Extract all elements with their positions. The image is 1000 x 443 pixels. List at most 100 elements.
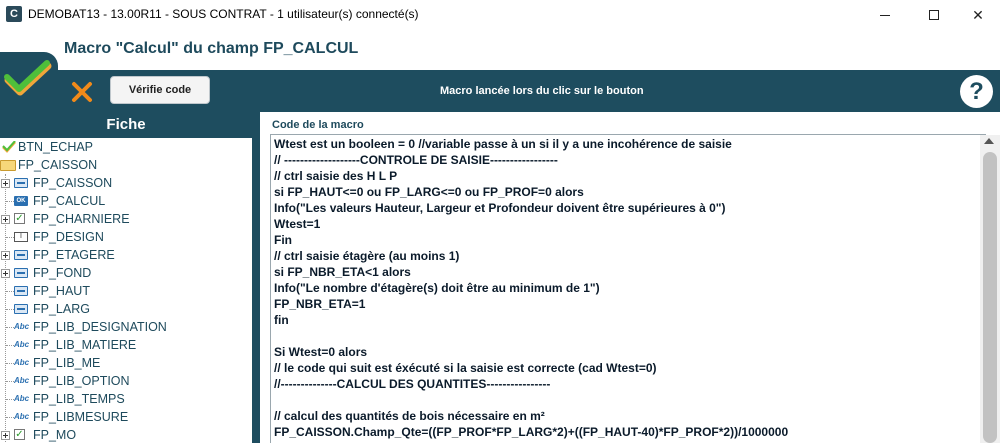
tree-item-fp-lib-me[interactable]: Abc FP_LIB_ME [0,354,250,372]
fiche-tree[interactable]: BTN_ECHAP FP_CAISSON FP_CAISSON OK FP_CA… [0,138,252,443]
tree-item-fp-fond[interactable]: FP_FOND [0,264,250,282]
close-icon: ✕ [972,6,984,23]
tree-item-label: FP_LIB_DESIGNATION [33,320,167,334]
expand-icon[interactable] [1,431,10,440]
tree-item-fp-design[interactable]: I FP_DESIGN [0,228,250,246]
code-line: Fin [274,233,292,247]
tree-item-btn-echap[interactable]: BTN_ECHAP [0,138,250,156]
tree-item-label: BTN_ECHAP [18,140,94,154]
expand-icon[interactable] [1,179,10,188]
text-abc-icon: Abc [14,322,30,331]
code-line: // ctrl saisie étagère (au moins 1) [274,249,460,263]
code-editor[interactable]: Wtest est un booleen = 0 //variable pass… [270,134,986,443]
code-line: Info("Le nombre d'étagère(s) doit être a… [274,281,600,295]
tree-item-fp-haut[interactable]: FP_HAUT [0,282,250,300]
text-abc-icon: Abc [14,358,30,367]
text-abc-icon: Abc [14,340,30,349]
fiche-panel-title: Fiche [0,112,252,138]
tree-item-fp-caisson-folder[interactable]: FP_CAISSON [0,156,250,174]
field-icon [14,178,28,188]
code-line: // ctrl saisie des H L P [274,169,398,183]
help-icon: ? [969,78,984,105]
tree-item-fp-caisson[interactable]: FP_CAISSON [0,174,250,192]
tree-connector [6,291,14,292]
code-line: // le code qui suit est éxécuté si la sa… [274,361,657,375]
tree-item-fp-lib-option[interactable]: Abc FP_LIB_OPTION [0,372,250,390]
tree-item-fp-lib-designation[interactable]: Abc FP_LIB_DESIGNATION [0,318,250,336]
code-line: Wtest est un booleen = 0 //variable pass… [274,137,732,151]
tree-item-label: FP_DESIGN [33,230,104,244]
toolbar-caption: Macro lancée lors du clic sur le bouton [440,85,644,97]
validate-check-icon[interactable] [4,60,52,102]
minimize-button[interactable] [862,0,908,30]
tree-item-label: FP_ETAGERE [33,248,115,262]
page-title: Macro "Calcul" du champ FP_CALCUL [64,40,359,57]
code-line: // -------------------CONTROLE DE SAISIE… [274,153,558,167]
tree-connector [6,345,14,346]
field-icon [14,304,28,314]
help-button[interactable]: ? [960,75,993,108]
tree-item-fp-libmesure[interactable]: Abc FP_LIBMESURE [0,408,250,426]
tree-item-label: FP_LIB_OPTION [33,374,130,388]
tree-item-label: FP_CAISSON [18,158,98,172]
tree-item-label: FP_LIBMESURE [33,410,129,424]
code-label: Code de la macro [272,119,364,131]
tree-connector [6,201,14,202]
expand-icon[interactable] [1,215,10,224]
dialog-header: Macro "Calcul" du champ FP_CALCUL [0,30,1000,70]
tree-item-label: FP_CAISSON [33,176,113,190]
expand-icon[interactable] [1,269,10,278]
field-icon [14,250,28,260]
tree-item-label: FP_LARG [33,302,90,316]
text-abc-icon: Abc [14,394,30,403]
field-icon [14,268,28,278]
code-line: fin [274,313,289,327]
code-line: // calcul des quantités de bois nécessai… [274,409,545,423]
code-line: FP_NBR_ETA=1 [274,297,366,311]
tree-connector [6,399,14,400]
ok-button-icon: OK [14,196,28,206]
tree-connector [6,417,14,418]
tree-connector [6,381,14,382]
tree-connector [6,327,14,328]
code-line: si FP_HAUT<=0 ou FP_LARG<=0 ou FP_PROF=0… [274,185,584,199]
tree-item-label: FP_LIB_MATIERE [33,338,137,352]
scroll-up-icon[interactable] [984,138,994,144]
field-icon [14,286,28,296]
tree-item-fp-lib-temps[interactable]: Abc FP_LIB_TEMPS [0,390,250,408]
verify-code-button[interactable]: Vérifie code [110,76,210,104]
tree-connector [6,237,14,238]
app-icon: C [6,6,22,22]
tree-item-fp-larg[interactable]: FP_LARG [0,300,250,318]
tree-item-fp-etagere[interactable]: FP_ETAGERE [0,246,250,264]
cancel-x-icon[interactable] [70,80,94,104]
maximize-icon [929,10,939,20]
tree-connector [6,363,14,364]
folder-icon [0,160,16,171]
tree-item-fp-lib-matiere[interactable]: Abc FP_LIB_MATIERE [0,336,250,354]
code-line: Si Wtest=0 alors [274,345,368,359]
checkbox-icon: ✓ [14,429,25,440]
window-title-bar: C DEMOBAT13 - 13.00R11 - SOUS CONTRAT - … [0,0,1000,30]
close-window-button[interactable]: ✕ [955,0,1000,30]
scrollbar-thumb[interactable] [983,152,997,443]
tree-item-label: FP_MO [33,428,77,442]
code-line: si FP_NBR_ETA<1 alors [274,265,411,279]
code-line: Wtest=1 [274,217,321,231]
tree-item-label: FP_CHARNIERE [33,212,130,226]
tree-item-fp-mo[interactable]: ✓ FP_MO [0,426,250,443]
tree-connector [6,309,14,310]
minimize-icon [880,14,890,16]
maximize-button[interactable] [911,0,957,30]
tree-item-fp-calcul[interactable]: OK FP_CALCUL [0,192,250,210]
tree-item-label: FP_LIB_TEMPS [33,392,125,406]
code-line: //--------------CALCUL DES QUANTITES----… [274,377,551,391]
text-abc-icon: Abc [14,412,30,421]
code-line: FP_CAISSON.Champ_Qte=((FP_PROF*FP_LARG*2… [274,425,789,439]
window-title: DEMOBAT13 - 13.00R11 - SOUS CONTRAT - 1 … [28,7,419,21]
button-icon [2,141,16,153]
expand-icon[interactable] [1,251,10,260]
tree-item-fp-charniere[interactable]: ✓ FP_CHARNIERE [0,210,250,228]
panel-splitter[interactable] [252,112,260,443]
text-abc-icon: Abc [14,376,30,385]
